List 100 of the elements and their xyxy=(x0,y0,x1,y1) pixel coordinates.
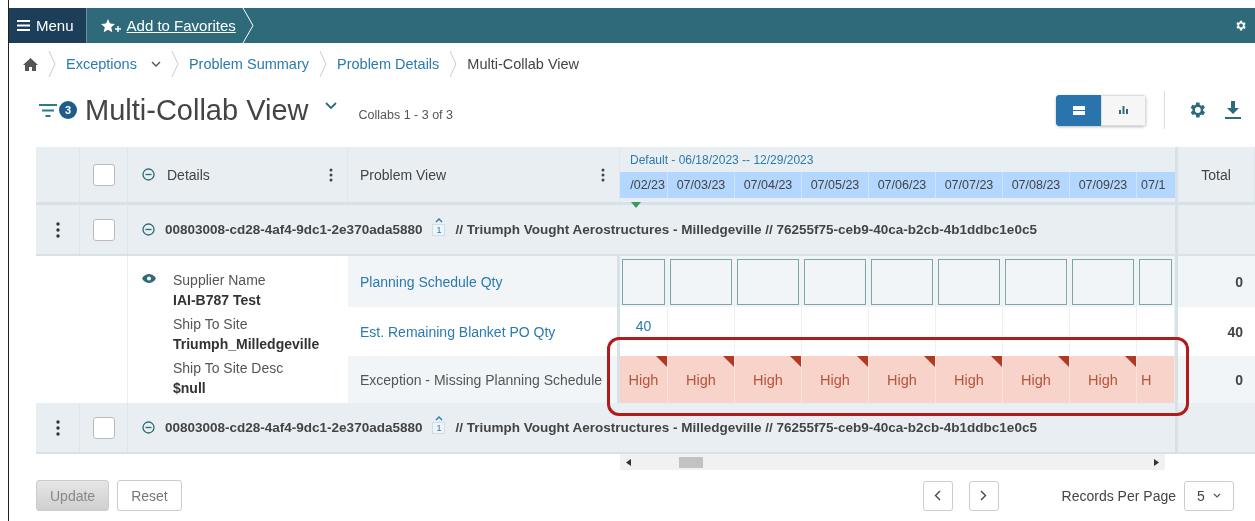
corner-flag-icon xyxy=(1125,356,1136,367)
severity-label: High xyxy=(686,371,716,388)
date-column-header: 07/05/23 xyxy=(802,172,869,198)
current-date-marker-icon xyxy=(631,202,641,208)
quantity-input[interactable] xyxy=(1005,258,1067,305)
menu-icon xyxy=(17,20,30,31)
quantity-input[interactable] xyxy=(804,258,866,305)
add-to-favorites-link[interactable]: Add to Favorites xyxy=(126,17,236,34)
date-column-header: 07/09/23 xyxy=(1070,172,1137,198)
horizontal-scrollbar[interactable] xyxy=(620,454,1165,470)
measure-link[interactable]: Planning Schedule Qty xyxy=(360,273,503,290)
corner-flag-icon xyxy=(656,356,667,367)
checkbox[interactable] xyxy=(92,163,115,186)
severity-label: High xyxy=(1021,371,1051,388)
severity-label: H xyxy=(1140,371,1152,388)
severity-label: High xyxy=(1088,371,1118,388)
quantity-input[interactable] xyxy=(938,258,1000,305)
collapse-icon[interactable] xyxy=(142,223,155,236)
home-icon[interactable] xyxy=(23,57,38,71)
chevron-right-icon xyxy=(980,490,988,501)
severity-label: High xyxy=(820,371,850,388)
filter-icon[interactable] xyxy=(39,103,57,117)
breadcrumb-separator-icon xyxy=(170,50,179,78)
settings-icon[interactable] xyxy=(1234,19,1247,32)
record-count: Collabs 1 - 3 of 3 xyxy=(358,108,453,122)
date-column-header: 07/03/23 xyxy=(668,172,735,198)
star-plus-icon xyxy=(100,18,121,33)
breadcrumb-separator-icon xyxy=(449,50,458,78)
field-value: IAI-B787 Test xyxy=(173,291,262,310)
chevron-left-icon xyxy=(934,490,942,501)
measure-link[interactable]: Est. Remaining Blanket PO Qty xyxy=(360,323,556,340)
menu-button[interactable]: Menu xyxy=(9,8,87,43)
column-header: Details xyxy=(167,166,211,183)
column-header: Problem View xyxy=(360,166,448,183)
field-label: Ship To Site xyxy=(173,315,249,334)
checkbox[interactable] xyxy=(92,416,115,439)
caret-icon xyxy=(1212,493,1221,498)
corner-flag-icon xyxy=(991,356,1002,367)
field-label: Ship To Site Desc xyxy=(173,359,285,378)
total-value: 40 xyxy=(1227,323,1243,340)
corner-flag-icon xyxy=(790,356,801,367)
quantity-input[interactable] xyxy=(1139,258,1172,305)
more-icon[interactable] xyxy=(55,221,60,238)
breadcrumb-separator-icon xyxy=(48,50,56,78)
breadcrumb-current: Multi-Collab View xyxy=(467,56,580,72)
breadcrumb-link[interactable]: Problem Summary xyxy=(188,56,309,72)
quantity-input[interactable] xyxy=(871,258,933,305)
severity-label: High xyxy=(628,371,659,388)
more-icon[interactable] xyxy=(55,419,60,436)
table-icon xyxy=(1072,105,1085,115)
total-value: 0 xyxy=(1235,371,1243,388)
scroll-thumb[interactable] xyxy=(679,456,703,468)
caret-icon[interactable] xyxy=(150,61,161,67)
quantity-input[interactable] xyxy=(737,258,799,305)
corner-flag-icon xyxy=(857,356,868,367)
bar-chart-icon xyxy=(1119,106,1128,114)
severity-label: High xyxy=(753,371,783,388)
date-column-header: 07/1 xyxy=(1140,177,1167,194)
collapse-icon[interactable] xyxy=(142,421,155,434)
caret-icon[interactable] xyxy=(324,102,337,110)
page-title: Multi-Collab View xyxy=(85,93,309,127)
quantity-input[interactable] xyxy=(622,258,665,305)
more-icon[interactable] xyxy=(329,167,333,182)
filter-count-badge: 3 xyxy=(59,101,77,119)
collapse-icon[interactable] xyxy=(142,168,155,181)
breadcrumb-link[interactable]: Problem Details xyxy=(337,56,440,72)
corner-flag-icon xyxy=(723,356,734,367)
date-column-header: /02/23 xyxy=(620,172,668,198)
records-per-page-select[interactable]: 5 xyxy=(1184,480,1234,511)
corner-flag-icon xyxy=(924,356,935,367)
table-view-button[interactable] xyxy=(1056,94,1101,126)
value-link[interactable]: 40 xyxy=(635,318,652,334)
date-column-header: 07/04/23 xyxy=(735,172,802,198)
collab-description: // Triumph Vought Aerostructures - Milledgeville // 76255f75-ceb9-40ca-b2cb-4b1ddbc1e0c5 xyxy=(455,222,1037,237)
download-icon[interactable] xyxy=(1225,101,1241,119)
more-icon[interactable] xyxy=(601,167,605,182)
total-value: 0 xyxy=(1235,273,1243,290)
column-header: Total xyxy=(1201,166,1231,183)
corner-flag-icon xyxy=(1058,356,1069,367)
breadcrumb-separator-icon xyxy=(319,50,327,78)
collab-id: 00803008-cd28-4af4-9dc1-2e370ada5880 xyxy=(165,420,423,435)
scroll-right-icon[interactable] xyxy=(1154,458,1159,466)
quantity-input[interactable] xyxy=(1072,258,1134,305)
quantity-input[interactable] xyxy=(670,258,732,305)
checkbox[interactable] xyxy=(92,218,115,241)
date-column-header: 07/07/23 xyxy=(936,172,1003,198)
measure-label: Exception - Missing Planning Schedule xyxy=(360,371,603,388)
field-value: Triumph_Milledgeville xyxy=(173,335,320,354)
eye-icon[interactable] xyxy=(142,274,156,283)
scroll-left-icon[interactable] xyxy=(626,458,631,466)
severity-label: High xyxy=(887,371,917,388)
severity-label: High xyxy=(954,371,984,388)
date-range-label: Default - 06/18/2023 -- 12/29/2023 xyxy=(629,152,815,168)
field-label: Supplier Name xyxy=(173,271,267,290)
date-column-header: 07/06/23 xyxy=(869,172,936,198)
breadcrumb-link[interactable]: Exceptions xyxy=(66,56,137,72)
collab-description: // Triumph Vought Aerostructures - Milledgeville // 76255f75-ceb9-40ca-b2cb-4b1ddbc1e0c5 xyxy=(455,420,1037,435)
reset-button[interactable]: Reset xyxy=(117,480,182,511)
collab-id: 00803008-cd28-4af4-9dc1-2e370ada5880 xyxy=(165,222,423,237)
date-column-header: 07/08/23 xyxy=(1003,172,1070,198)
